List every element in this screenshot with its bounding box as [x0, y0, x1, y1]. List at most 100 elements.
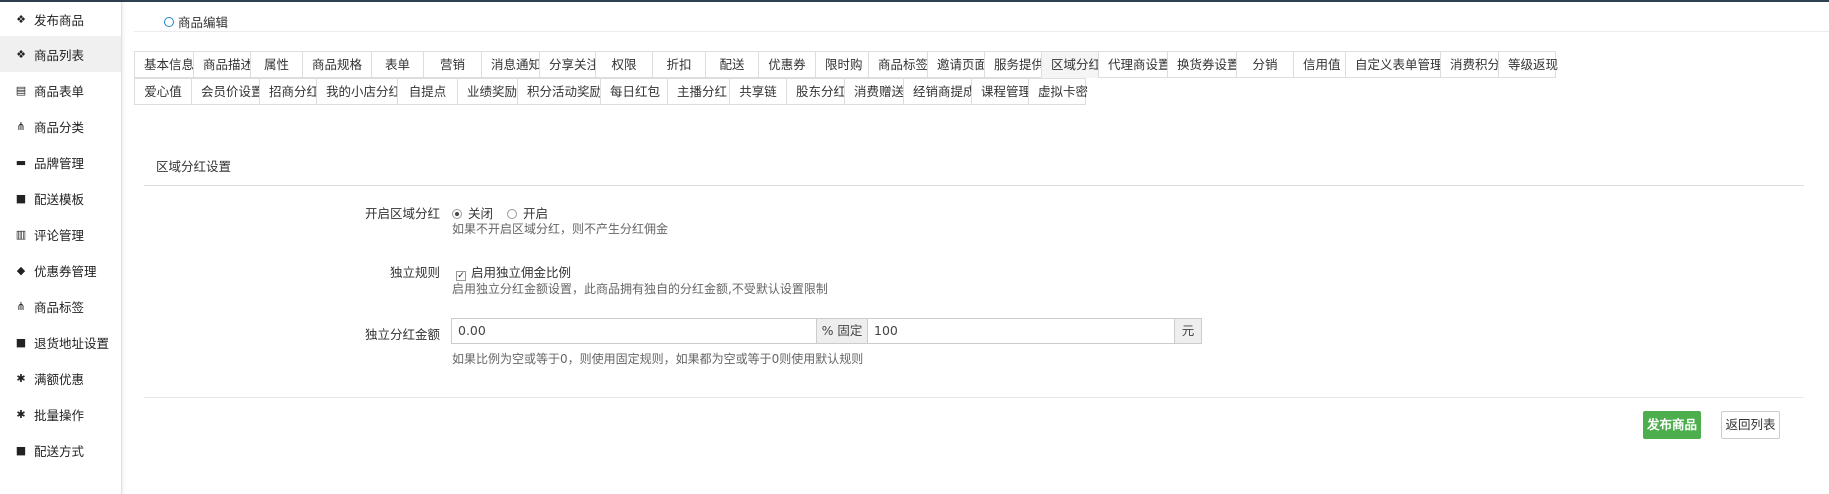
tab-item[interactable]: 分销: [1236, 51, 1294, 78]
tab-item[interactable]: 换货券设置: [1167, 51, 1240, 78]
columns-icon: ▥: [15, 227, 27, 241]
tab-row: 爱心值 会员价设置 招商分红 我的小店分红 自提点 业绩奖励 积分活动奖励 每日红包 主播分红共…: [134, 78, 1734, 105]
sidebar-item[interactable]: ✱ 批量操作: [0, 396, 121, 432]
divider: [144, 397, 1804, 398]
radio-close[interactable]: 关闭: [452, 206, 493, 221]
tab-item[interactable]: 分享关注: [539, 51, 599, 78]
sidebar-item-label: 商品分类: [34, 119, 85, 135]
section-title: 区域分红设置: [144, 148, 1804, 186]
sidebar-item[interactable]: ⋔ 商品标签: [0, 288, 121, 324]
tab-item[interactable]: 每日红包: [600, 78, 668, 105]
tab-item[interactable]: 虚拟卡密: [1028, 78, 1088, 105]
tab-item[interactable]: 课程管理: [971, 78, 1031, 105]
amount-label: 独立分红金额: [364, 327, 440, 342]
sidebar-item[interactable]: ❖ 发布商品: [0, 2, 121, 36]
rule-help: 启用独立分红金额设置，此商品拥有独自的分红金额,不受默认设置限制: [452, 282, 828, 296]
rule-checkbox[interactable]: ✓ 启用独立佣金比例: [456, 262, 571, 281]
tab-item[interactable]: 股东分红: [786, 78, 846, 105]
sidebar-item-label: 商品列表: [34, 47, 85, 63]
truck-icon: ■: [15, 191, 27, 205]
tab-item[interactable]: 消息通知: [481, 51, 541, 78]
tab-row: 基本信息 商品描述 属性 商品规格 表单 营销 消息通知 分享关注 权限 折扣 配送 优惠券 限时购 商品…: [134, 51, 1734, 78]
sidebar-item-label: 商品标签: [34, 299, 85, 315]
ratio-addon: % 固定: [816, 318, 868, 344]
sidebar-item-label: 配送模板: [34, 191, 85, 207]
divider: [134, 31, 1829, 32]
tab-item[interactable]: 消费赠送: [844, 78, 904, 105]
sidebar-item[interactable]: ■ 配送方式: [0, 432, 121, 468]
circle-icon: [164, 16, 174, 27]
tab-item[interactable]: 自提点: [397, 78, 458, 105]
amount-help: 如果比例为空或等于0，则使用固定规则，如果都为空或等于0则使用默认规则: [452, 352, 864, 366]
tab-item[interactable]: 表单: [371, 51, 424, 78]
sidebar-item[interactable]: ❖ 商品列表: [0, 36, 121, 72]
sidebar-item-label: 品牌管理: [34, 155, 85, 171]
rule-label: 独立规则: [389, 265, 440, 280]
unit-addon: 元: [1174, 318, 1202, 344]
cubes-icon: ❖: [16, 47, 26, 61]
sidebar: ❖ 发布商品 ❖ 商品列表 ▤ 商品表单 ⋔ 商品分类 ▬ 品牌管理 ■ 配送模板 ▥ 评论管理 ◆ 优惠券管…: [0, 2, 122, 494]
back-to-list-button[interactable]: 返回列表: [1721, 411, 1780, 439]
tab-item[interactable]: 优惠券: [758, 51, 816, 78]
tab-item[interactable]: 等级返现: [1498, 51, 1558, 78]
tab-item[interactable]: 共享链: [729, 78, 787, 105]
sidebar-item-label: 优惠券管理: [34, 263, 97, 279]
sidebar-item[interactable]: ▥ 评论管理: [0, 216, 121, 252]
sidebar-item[interactable]: ▬ 品牌管理: [0, 144, 121, 180]
breadcrumb-label: 商品编辑: [178, 15, 229, 30]
tab-item[interactable]: 邀请页面: [927, 51, 987, 78]
tab-item[interactable]: 招商分红: [259, 78, 319, 105]
truck-icon: ■: [15, 443, 27, 457]
fixed-input[interactable]: 100: [867, 318, 1175, 344]
tags-icon: ◆: [16, 263, 26, 277]
radio-close-label: 关闭: [468, 206, 494, 221]
tab-item[interactable]: 权限: [595, 51, 653, 78]
tab-item[interactable]: 服务提供: [984, 51, 1044, 78]
tab-item[interactable]: 爱心值: [134, 78, 192, 105]
file-icon: ▤: [15, 83, 27, 97]
truck-icon: ■: [15, 335, 27, 349]
region-dividend-section: 区域分红设置 开启区域分红 关闭 开启 如果不开启区域分红，则不产生分红佣金 独…: [144, 148, 1804, 366]
sidebar-item[interactable]: ◆ 优惠券管理: [0, 252, 121, 288]
sidebar-item-label: 配送方式: [34, 443, 85, 459]
tab-item[interactable]: 商品标签: [868, 51, 928, 78]
sitemap-icon: ⋔: [16, 299, 26, 313]
sidebar-item[interactable]: ▤ 商品表单: [0, 72, 121, 108]
sidebar-item[interactable]: ✱ 满额优惠: [0, 360, 121, 396]
sidebar-item[interactable]: ■ 配送模板: [0, 180, 121, 216]
tab-item[interactable]: 配送: [705, 51, 759, 78]
publish-button[interactable]: 发布商品: [1643, 411, 1701, 439]
tab-item[interactable]: 代理商设置: [1098, 51, 1171, 78]
tab-item[interactable]: 商品描述: [193, 51, 253, 78]
gift-icon: ✱: [16, 407, 26, 421]
gift-icon: ✱: [16, 371, 26, 385]
tab-item[interactable]: 主播分红: [667, 78, 730, 105]
sidebar-item[interactable]: ■ 退货地址设置: [0, 324, 121, 360]
sidebar-item[interactable]: ⋔ 商品分类: [0, 108, 121, 144]
tab-item[interactable]: 区域分红: [1041, 51, 1101, 78]
tab-item[interactable]: 经销商提成: [903, 78, 976, 105]
breadcrumb: 商品编辑: [164, 12, 228, 31]
tab-item[interactable]: 消费积分: [1440, 51, 1500, 78]
ratio-input[interactable]: 0.00: [451, 318, 817, 344]
tab-bar: 基本信息 商品描述 属性 商品规格 表单 营销 消息通知 分享关注 权限 折扣 配送 优惠券 限时购 商品…: [134, 51, 1734, 105]
tab-item[interactable]: 折扣: [652, 51, 706, 78]
tab-item[interactable]: 会员价设置: [191, 78, 264, 105]
radio-icon: [507, 209, 517, 219]
radio-open[interactable]: 开启: [507, 206, 548, 221]
tab-item[interactable]: 自定义表单管理: [1345, 51, 1443, 78]
tab-item[interactable]: 营销: [423, 51, 482, 78]
tab-item[interactable]: 商品规格: [302, 51, 372, 78]
sidebar-item-label: 评论管理: [34, 227, 85, 243]
tab-item[interactable]: 属性: [250, 51, 303, 78]
sidebar-item-label: 批量操作: [34, 407, 85, 423]
main-content: 商品编辑 基本信息 商品描述 属性 商品规格 表单 营销 消息通知 分享关注 权限 折扣 配送 优惠券…: [122, 0, 1829, 494]
tab-item[interactable]: 积分活动奖励: [517, 78, 602, 105]
tab-item[interactable]: 信用值: [1293, 51, 1346, 78]
tab-item[interactable]: 限时购: [815, 51, 869, 78]
tab-item[interactable]: 基本信息: [134, 51, 194, 78]
rule-checkbox-label: 启用独立佣金比例: [471, 265, 572, 280]
tab-item[interactable]: 我的小店分红: [316, 78, 401, 105]
tab-item[interactable]: 业绩奖励: [457, 78, 518, 105]
sidebar-item-label: 商品表单: [34, 83, 85, 99]
